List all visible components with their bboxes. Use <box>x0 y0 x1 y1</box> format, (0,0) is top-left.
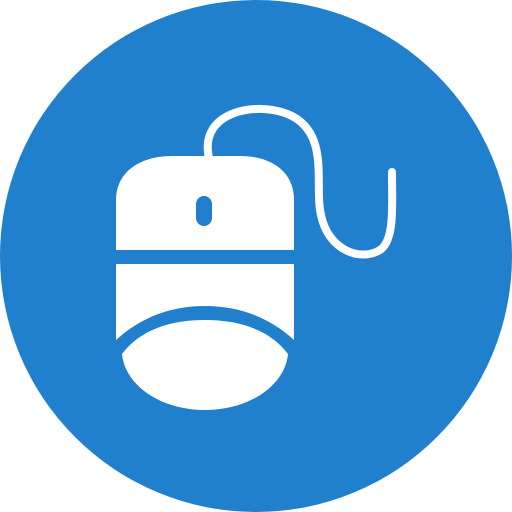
computer-mouse-icon <box>0 0 512 512</box>
scroll-wheel-slot <box>196 196 212 226</box>
mouse-icon-badge <box>0 0 512 512</box>
background-circle <box>0 0 512 512</box>
